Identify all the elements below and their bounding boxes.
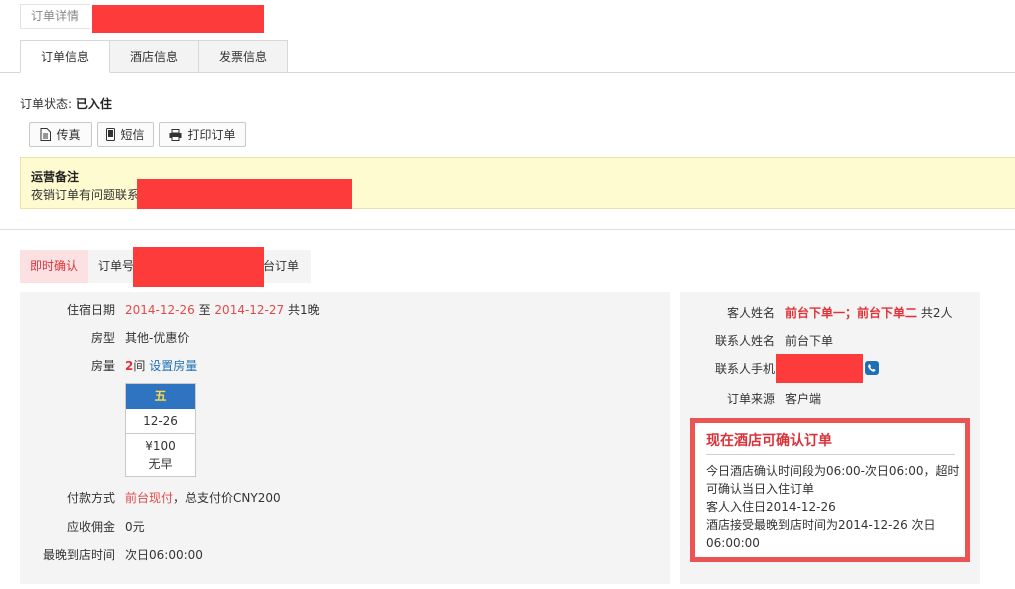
- commission-label: 应收佣金: [66, 520, 115, 534]
- confirm-body: 今日酒店确认时间段为06:00-次日06:00，超时可确认当日入住订单 客人入住…: [706, 462, 962, 552]
- tab-bar: 订单信息 酒店信息 发票信息: [20, 40, 288, 73]
- nights-count: 共1晚: [288, 303, 320, 317]
- latest-arrival-label: 最晚到店时间: [42, 548, 115, 562]
- guest-name-label: 客人姓名: [726, 306, 775, 320]
- confirm-line-checkin: 客人入住日2014-12-26: [706, 500, 836, 514]
- guest-names: 前台下单一；前台下单二: [785, 306, 918, 320]
- confirm-divider: [706, 454, 955, 455]
- hotel-confirm-box: 现在酒店可确认订单 今日酒店确认时间段为06:00-次日06:00，超时可确认当…: [690, 418, 970, 562]
- order-source-label: 订单来源: [726, 392, 775, 406]
- order-channel-label: 台订单: [262, 259, 299, 273]
- room-type-label: 房型: [90, 331, 115, 345]
- order-status: 订单状态: 已入住: [20, 95, 112, 112]
- payment-method: 前台现付: [125, 491, 174, 505]
- ops-note-title: 运营备注: [31, 170, 80, 184]
- guest-count: 共2人: [920, 306, 953, 320]
- order-status-value: 已入住: [75, 97, 112, 111]
- phone-icon[interactable]: [865, 361, 879, 375]
- tab-invoice-info[interactable]: 发票信息: [198, 40, 288, 73]
- latest-arrival-value: 次日06:00:00: [125, 548, 203, 562]
- order-source-value: 客户端: [785, 392, 822, 406]
- mobile-phone-icon: [106, 128, 116, 141]
- printer-icon: [169, 128, 182, 141]
- calendar-weekday: 五: [126, 384, 195, 409]
- stay-dates: 2014-12-26 至 2014-12-27 共1晚: [125, 301, 320, 318]
- fax-label: 传真: [56, 128, 81, 142]
- check-out-date: 2014-12-27: [214, 303, 285, 317]
- document-icon: [40, 128, 52, 141]
- guest-name-value: 前台下单一；前台下单二 共2人: [785, 304, 952, 321]
- room-type-value: 其他-优惠价: [125, 331, 190, 345]
- calendar-date: 12-26: [126, 409, 195, 434]
- stay-date-label: 住宿日期: [66, 303, 115, 317]
- redacted-contact: [137, 179, 352, 209]
- payment-value: 前台现付，总支付价CNY200: [125, 489, 281, 506]
- section-divider: [0, 229, 1015, 230]
- redacted-hotel-name: [92, 5, 264, 33]
- page-title: 订单详情: [20, 4, 90, 29]
- confirm-title: 现在酒店可确认订单: [706, 433, 832, 449]
- sms-label: 短信: [120, 128, 145, 142]
- tab-divider: [0, 72, 1015, 73]
- confirm-line-latest: 酒店接受最晚到店时间为2014-12-26 次日06:00:00: [706, 518, 936, 550]
- ops-note-text: 夜销订单有问题联系: [31, 188, 140, 202]
- contact-name-label: 联系人姓名: [714, 334, 775, 348]
- instant-confirm-badge: 即时确认: [20, 250, 88, 283]
- redacted-order-number: [133, 247, 264, 287]
- confirm-line-window: 今日酒店确认时间段为06:00-次日06:00，超时可确认当日入住订单: [706, 464, 960, 496]
- payment-label: 付款方式: [66, 491, 115, 505]
- room-calendar: 五 12-26 ¥100 无早: [125, 383, 196, 477]
- order-status-label: 订单状态:: [20, 97, 73, 111]
- calendar-breakfast: 无早: [148, 457, 173, 471]
- contact-phone-label: 联系人手机: [714, 362, 775, 376]
- room-qty-value: 2间 设置房量: [125, 357, 197, 374]
- contact-name-value: 前台下单: [785, 334, 834, 348]
- print-order-label: 打印订单: [187, 128, 236, 142]
- payment-total: ，总支付价CNY200: [173, 491, 281, 505]
- tab-hotel-info[interactable]: 酒店信息: [109, 40, 199, 73]
- fax-button[interactable]: 传真: [29, 122, 92, 147]
- check-in-date: 2014-12-26: [125, 303, 195, 317]
- set-rooms-link[interactable]: 设置房量: [149, 359, 197, 373]
- room-qty-label: 房量: [90, 359, 115, 373]
- redacted-phone: [776, 354, 863, 383]
- order-number-label: 订单号: [98, 259, 135, 273]
- date-separator: 至: [198, 303, 211, 317]
- room-qty-unit: 间: [133, 359, 146, 373]
- stay-details-panel: 住宿日期 2014-12-26 至 2014-12-27 共1晚 房型 其他-优…: [20, 292, 670, 584]
- sms-button[interactable]: 短信: [97, 122, 154, 147]
- print-order-button[interactable]: 打印订单: [159, 122, 246, 147]
- commission-value: 0元: [125, 520, 145, 534]
- calendar-price: ¥100: [145, 439, 176, 453]
- tab-order-info[interactable]: 订单信息: [20, 40, 110, 73]
